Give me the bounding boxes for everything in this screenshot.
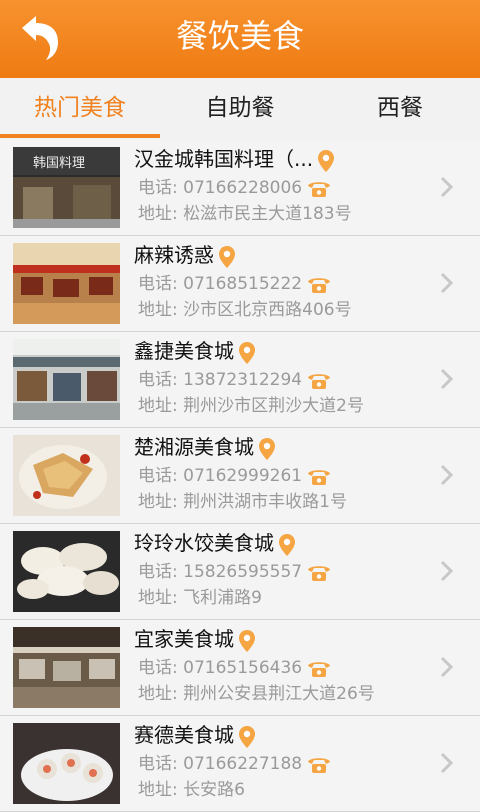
chevron-right-icon[interactable] — [440, 560, 454, 582]
restaurant-name-row: 宜家美食城 — [134, 624, 256, 654]
list-item[interactable]: 鑫捷美食城 电话: 13872312294 地址: 荆州沙市区荆沙大道2号 — [0, 332, 480, 428]
category-tabs: 热门美食 自助餐 西餐 — [0, 78, 480, 141]
restaurant-name: 汉金城韩国料理（... — [134, 147, 314, 171]
address: 地址: 荆州沙市区荆沙大道2号 — [138, 396, 364, 416]
restaurant-photo — [13, 243, 120, 324]
phone-number: 电话: 15826595557 — [138, 562, 303, 582]
chevron-right-icon[interactable] — [440, 752, 454, 774]
address: 地址: 荆州公安县荆江大道26号 — [138, 684, 375, 704]
restaurant-photo — [13, 531, 120, 612]
restaurant-name: 麻辣诱惑 — [134, 243, 214, 267]
restaurant-photo: 韩国料理 — [13, 147, 120, 228]
list-item[interactable]: 韩国料理 汉金城韩国料理（... 电话: 07166228006 地址: 松滋市… — [0, 140, 480, 236]
telephone-icon[interactable] — [306, 370, 332, 390]
list-item[interactable]: 玲玲水饺美食城 电话: 15826595557 地址: 飞利浦路9 — [0, 524, 480, 620]
restaurant-name: 宜家美食城 — [134, 627, 234, 651]
restaurant-name-row: 赛德美食城 — [134, 720, 256, 750]
page-title: 餐饮美食 — [175, 17, 304, 55]
restaurant-name: 赛德美食城 — [134, 723, 234, 747]
address: 地址: 长安路6 — [138, 780, 245, 800]
address: 地址: 松滋市民主大道183号 — [138, 204, 352, 224]
telephone-icon[interactable] — [306, 274, 332, 294]
active-tab-indicator — [0, 134, 160, 138]
restaurant-photo — [13, 435, 120, 516]
phone-row: 电话: 07166228006 — [138, 175, 332, 201]
restaurant-photo — [13, 339, 120, 420]
location-pin-icon[interactable] — [258, 437, 276, 461]
phone-row: 电话: 07165156436 — [138, 655, 332, 681]
telephone-icon[interactable] — [306, 466, 332, 486]
telephone-icon[interactable] — [306, 562, 332, 582]
location-pin-icon[interactable] — [218, 245, 236, 269]
restaurant-name-row: 汉金城韩国料理（... — [134, 144, 335, 174]
location-pin-icon[interactable] — [238, 341, 256, 365]
restaurant-name-row: 鑫捷美食城 — [134, 336, 256, 366]
telephone-icon[interactable] — [306, 178, 332, 198]
phone-number: 电话: 13872312294 — [138, 370, 303, 390]
chevron-right-icon[interactable] — [440, 176, 454, 198]
phone-row: 电话: 07168515222 — [138, 271, 332, 297]
app-header: 餐饮美食 — [0, 0, 480, 78]
restaurant-name: 玲玲水饺美食城 — [134, 531, 274, 555]
restaurant-name: 楚湘源美食城 — [134, 435, 254, 459]
phone-row: 电话: 15826595557 — [138, 559, 332, 585]
restaurant-name-row: 麻辣诱惑 — [134, 240, 236, 270]
chevron-right-icon[interactable] — [440, 368, 454, 390]
tab-buffet[interactable]: 自助餐 — [160, 78, 320, 138]
restaurant-photo — [13, 723, 120, 804]
phone-number: 电话: 07165156436 — [138, 658, 303, 678]
address: 地址: 飞利浦路9 — [138, 588, 262, 608]
phone-number: 电话: 07166227188 — [138, 754, 303, 774]
restaurant-photo — [13, 627, 120, 708]
location-pin-icon[interactable] — [317, 149, 335, 173]
list-item[interactable]: 麻辣诱惑 电话: 07168515222 地址: 沙市区北京西路406号 — [0, 236, 480, 332]
tab-hot-food[interactable]: 热门美食 — [0, 78, 160, 138]
phone-number: 电话: 07166228006 — [138, 178, 303, 198]
phone-number: 电话: 07168515222 — [138, 274, 303, 294]
location-pin-icon[interactable] — [238, 629, 256, 653]
location-pin-icon[interactable] — [238, 725, 256, 749]
restaurant-name: 鑫捷美食城 — [134, 339, 234, 363]
phone-row: 电话: 07162999261 — [138, 463, 332, 489]
location-pin-icon[interactable] — [278, 533, 296, 557]
phone-row: 电话: 13872312294 — [138, 367, 332, 393]
address: 地址: 荆州洪湖市丰收路1号 — [138, 492, 347, 512]
restaurant-name-row: 楚湘源美食城 — [134, 432, 276, 462]
list-item[interactable]: 赛德美食城 电话: 07166227188 地址: 长安路6 — [0, 716, 480, 812]
list-item[interactable]: 宜家美食城 电话: 07165156436 地址: 荆州公安县荆江大道26号 — [0, 620, 480, 716]
tab-western-food[interactable]: 西餐 — [320, 78, 480, 138]
restaurant-list: 韩国料理 汉金城韩国料理（... 电话: 07166228006 地址: 松滋市… — [0, 140, 480, 812]
photo-sign-text: 韩国料理 — [33, 156, 85, 171]
address: 地址: 沙市区北京西路406号 — [138, 300, 352, 320]
phone-number: 电话: 07162999261 — [138, 466, 303, 486]
telephone-icon[interactable] — [306, 754, 332, 774]
chevron-right-icon[interactable] — [440, 464, 454, 486]
chevron-right-icon[interactable] — [440, 272, 454, 294]
phone-row: 电话: 07166227188 — [138, 751, 332, 777]
telephone-icon[interactable] — [306, 658, 332, 678]
chevron-right-icon[interactable] — [440, 656, 454, 678]
restaurant-name-row: 玲玲水饺美食城 — [134, 528, 296, 558]
list-item[interactable]: 楚湘源美食城 电话: 07162999261 地址: 荆州洪湖市丰收路1号 — [0, 428, 480, 524]
